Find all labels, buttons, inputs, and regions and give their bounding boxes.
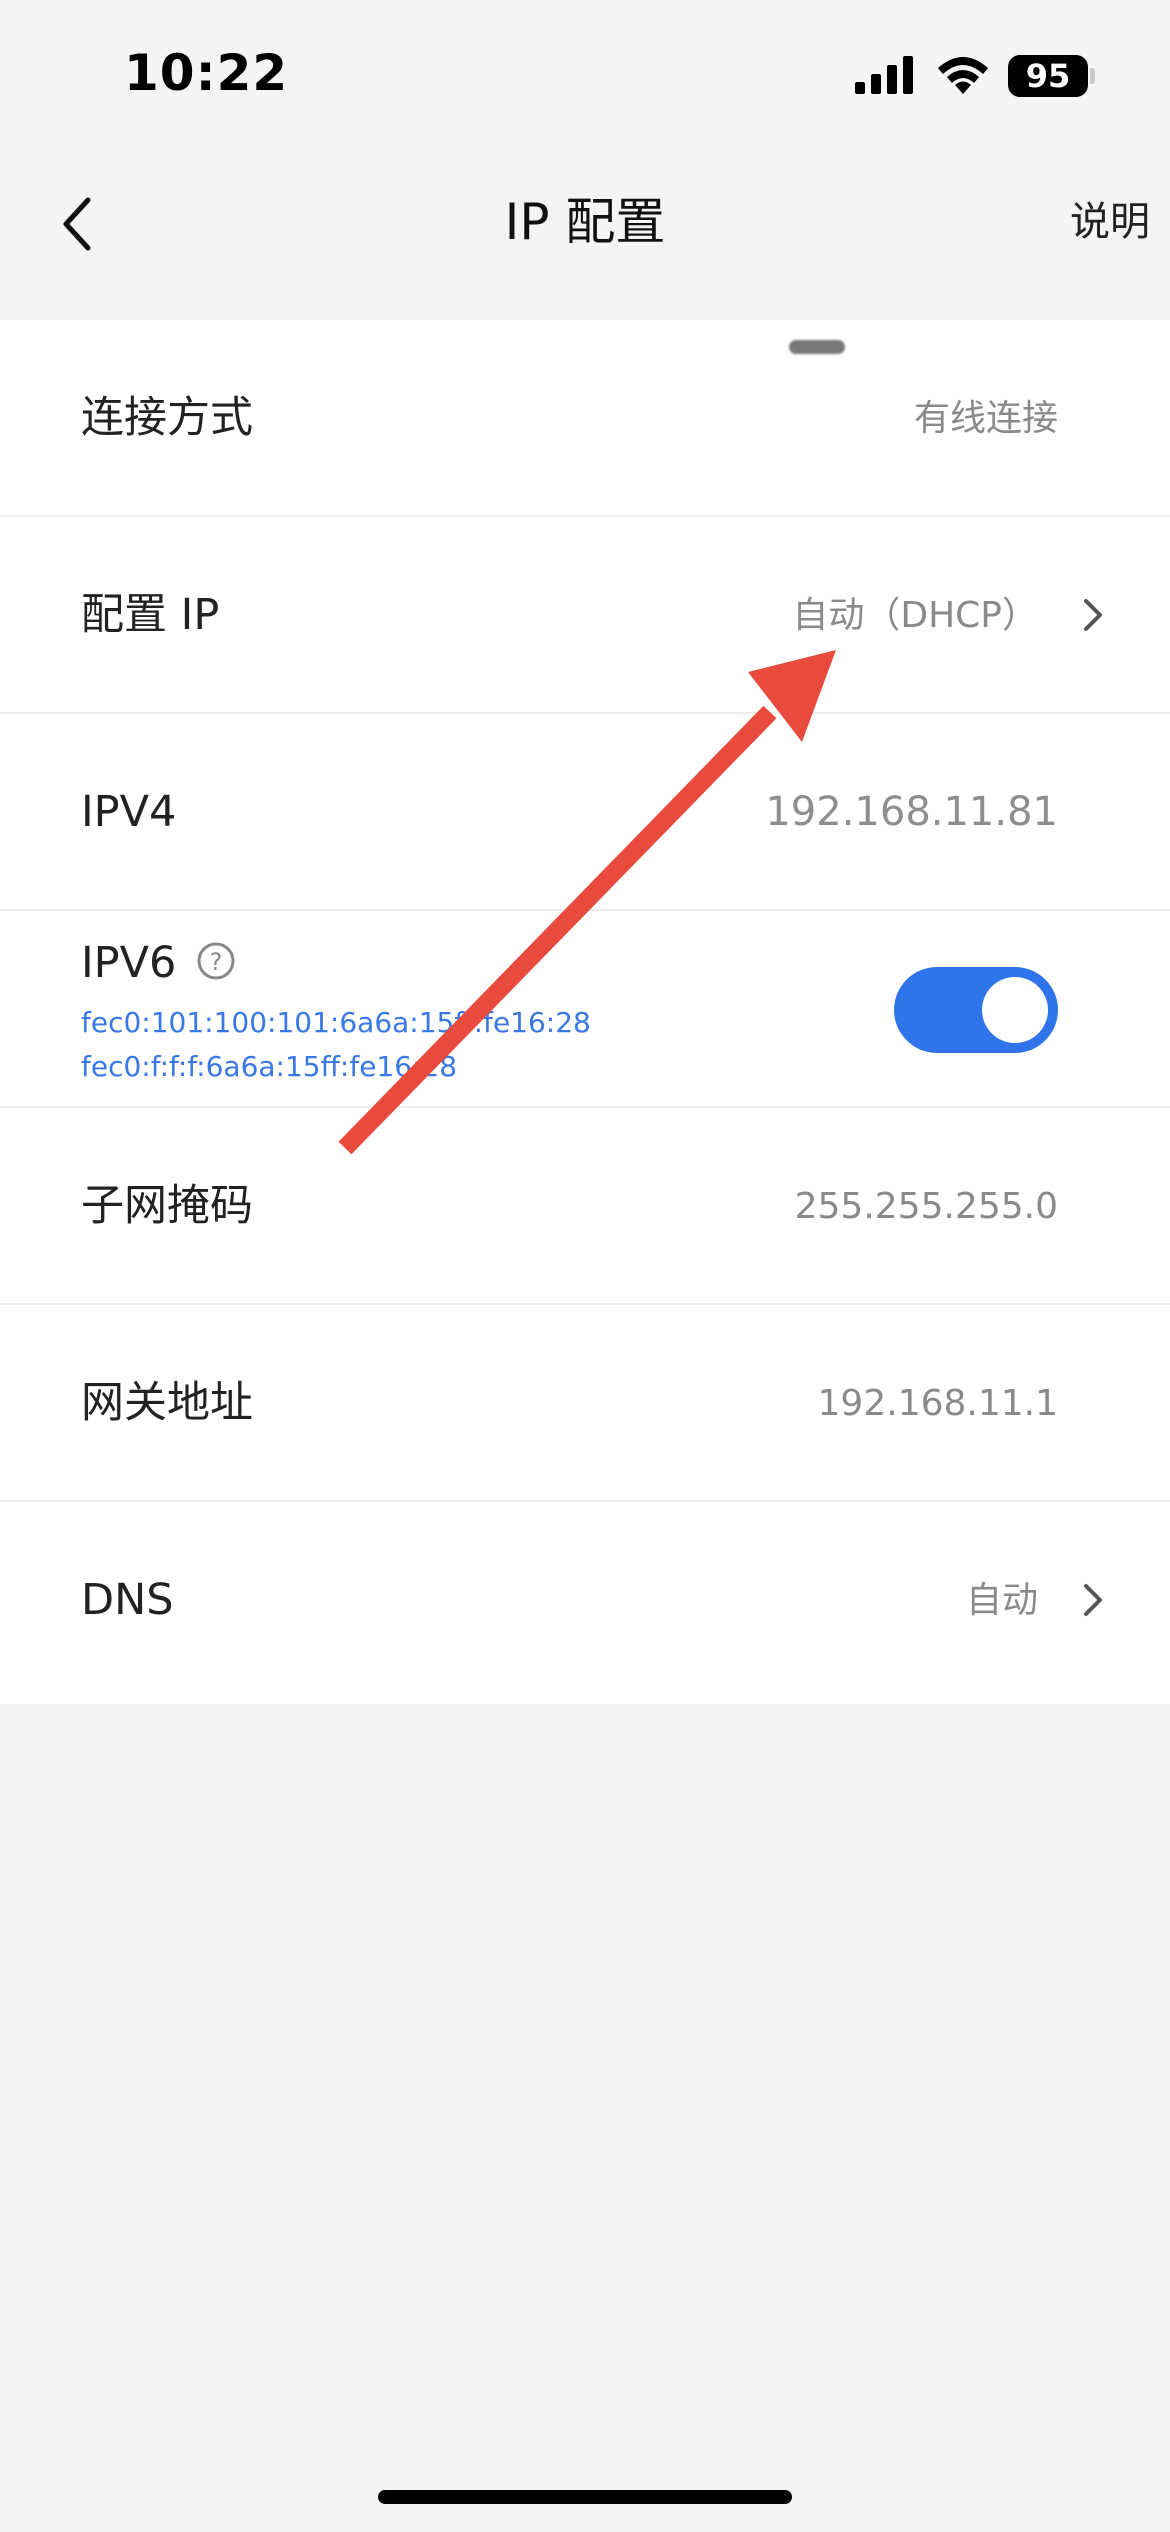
row-label: IPV4	[81, 787, 177, 837]
home-indicator	[378, 2490, 792, 2504]
row-label: IPV6	[81, 938, 177, 988]
row-value: 自动（DHCP）	[792, 595, 1038, 636]
settings-card: 连接方式 有线连接 配置 IP 自动（DHCP） IPV4 192.168.11…	[0, 320, 1170, 1704]
row-connection-type: 连接方式 有线连接	[0, 320, 1170, 517]
ipv6-toggle[interactable]	[894, 967, 1058, 1053]
ipv6-address: fec0:f:f:f:6a6a:15ff:fe16:28	[81, 1050, 458, 1083]
wifi-icon	[938, 57, 988, 94]
row-label: DNS	[81, 1575, 174, 1625]
row-gateway: 网关地址 192.168.11.1	[0, 1305, 1170, 1502]
nav-bar: IP 配置 说明	[0, 150, 1170, 320]
row-value: 自动	[965, 1580, 1038, 1621]
question-circle-icon[interactable]: ?	[196, 941, 236, 981]
row-label: 配置 IP	[81, 590, 220, 640]
row-ipv6: IPV6 ? fec0:101:100:101:6a6a:15ff:fe16:2…	[0, 911, 1170, 1108]
row-label: 子网掩码	[81, 1181, 253, 1231]
row-subnet-mask: 子网掩码 255.255.255.0	[0, 1108, 1170, 1305]
chevron-right-icon	[1084, 599, 1102, 631]
row-value: 192.168.11.1	[817, 1383, 1058, 1424]
toggle-knob	[982, 977, 1048, 1043]
row-label: 网关地址	[81, 1378, 253, 1428]
row-config-ip[interactable]: 配置 IP 自动（DHCP）	[0, 517, 1170, 714]
battery-icon: 95	[1008, 55, 1088, 97]
row-label: 连接方式	[81, 393, 253, 443]
status-time: 10:22	[124, 44, 289, 102]
help-link[interactable]: 说明	[1070, 172, 1150, 272]
row-ipv4: IPV4 192.168.11.81	[0, 714, 1170, 911]
svg-text:?: ?	[210, 948, 223, 976]
chevron-right-icon	[1084, 1584, 1102, 1616]
row-value: 192.168.11.81	[765, 789, 1058, 835]
cellular-signal-icon	[855, 56, 913, 94]
row-dns[interactable]: DNS 自动	[0, 1502, 1170, 1699]
status-bar: 10:22 95	[0, 0, 1170, 150]
ipv6-address: fec0:101:100:101:6a6a:15ff:fe16:28	[81, 1006, 591, 1039]
page-title: IP 配置	[504, 193, 666, 251]
row-value: 有线连接	[913, 398, 1058, 439]
row-value: 255.255.255.0	[794, 1186, 1058, 1227]
battery-nub	[1090, 68, 1095, 84]
